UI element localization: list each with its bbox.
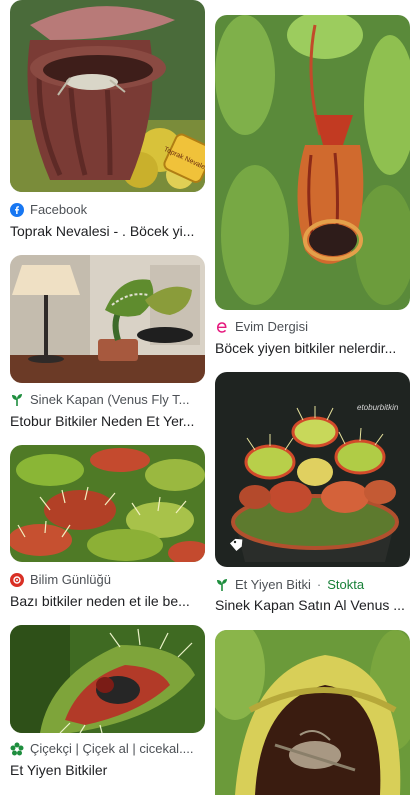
result-title-2[interactable]: Böcek yiyen bitkiler nelerdir...: [215, 340, 410, 356]
flytrap-with-fly-image: [10, 625, 205, 733]
facebook-icon: [10, 202, 24, 217]
result-image-1[interactable]: Toprak Nevalesi: [10, 0, 205, 192]
flower-icon: [10, 742, 24, 756]
result-source-2[interactable]: Evim Dergisi: [215, 319, 410, 334]
result-title-3[interactable]: Etobur Bitkiler Neden Et Yer...: [10, 413, 205, 429]
result-title-6[interactable]: Et Yiyen Bitkiler: [10, 762, 205, 778]
result-source-5[interactable]: Et Yiyen Bitki · Stokta: [215, 577, 410, 592]
result-source-4[interactable]: Bilim Günlüğü: [10, 572, 205, 587]
bilim-gunlugu-icon: [10, 572, 24, 587]
result-source-3[interactable]: Sinek Kapan (Venus Fly T...: [10, 392, 205, 407]
source-label: Çiçekçi | Çiçek al | cicekal....: [30, 741, 194, 756]
source-label: Facebook: [30, 202, 88, 217]
result-source-6[interactable]: Çiçekçi | Çiçek al | cicekal....: [10, 741, 205, 756]
red-pitcher-plant-image: [215, 15, 410, 310]
result-title-1[interactable]: Toprak Nevalesi - . Böcek yi...: [10, 223, 205, 239]
pitcher-plant-image: Toprak Nevalesi: [10, 0, 205, 192]
source-label: Et Yiyen Bitki: [235, 577, 311, 592]
source-label: Sinek Kapan (Venus Fly T...: [30, 392, 190, 407]
plant-icon: [10, 393, 24, 407]
result-image-2[interactable]: [215, 15, 410, 310]
result-image-5[interactable]: etoburbitkin: [215, 372, 410, 567]
result-image-3[interactable]: [10, 255, 205, 383]
result-title-4[interactable]: Bazı bitkiler neden et ile be...: [10, 593, 205, 609]
result-source-1[interactable]: Facebook: [10, 202, 205, 217]
flytrap-lamp-image: [10, 255, 205, 383]
svg-text:etoburbitkin: etoburbitkin: [357, 403, 399, 412]
plant-icon: [215, 578, 229, 592]
venus-flytrap-cluster-image: [10, 445, 205, 562]
result-image-6[interactable]: [10, 625, 205, 733]
cobra-lily-image: [215, 630, 410, 795]
result-title-5[interactable]: Sinek Kapan Satın Al Venus ...: [215, 597, 410, 613]
stock-badge: Stokta: [327, 577, 365, 592]
evim-dergisi-icon: [215, 320, 229, 334]
source-label: Evim Dergisi: [235, 319, 308, 334]
potted-flytrap-image: etoburbitkin: [215, 372, 410, 567]
separator-dot: ·: [316, 577, 322, 592]
result-image-4[interactable]: [10, 445, 205, 562]
result-image-7[interactable]: [215, 630, 410, 795]
source-label: Bilim Günlüğü: [30, 572, 111, 587]
